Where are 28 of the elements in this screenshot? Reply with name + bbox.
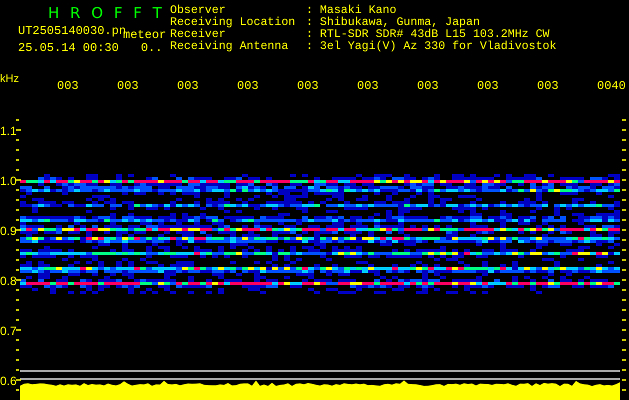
frequency-label: 0.8	[0, 274, 17, 288]
time-label: 003	[417, 79, 439, 93]
info-label: Receiver	[170, 29, 226, 41]
info-label: Receiving Antenna	[170, 41, 290, 53]
time-label: 003	[57, 79, 79, 93]
time-label: 003	[357, 79, 379, 93]
app-title: H R O F F T	[48, 4, 166, 22]
axis-unit: kHz	[0, 73, 19, 85]
info-label: Observer	[170, 5, 226, 17]
time-label: 003	[537, 79, 559, 93]
info-value: : Masaki Kano	[306, 5, 398, 17]
date-time: 25.05.14 00:30	[18, 41, 119, 55]
time-label: 0040	[597, 79, 626, 93]
frequency-label: 1.0	[0, 174, 17, 188]
frequency-label: 1.1	[0, 124, 17, 138]
time-label: 003	[297, 79, 319, 93]
time-label: 003	[237, 79, 259, 93]
info-value: : 3el Yagi(V) Az 330 for Vladivostok	[306, 41, 556, 53]
frequency-label: 0.6	[0, 374, 17, 388]
time-label: 003	[117, 79, 139, 93]
info-value: : RTL-SDR SDR# 43dB L15 103.2MHz CW	[306, 29, 550, 41]
info-value: : Shibukawa, Gunma, Japan	[306, 17, 481, 29]
frequency-label: 0.7	[0, 324, 17, 338]
event-counter: 0..	[140, 41, 162, 55]
info-label: Receiving Location	[170, 17, 296, 29]
time-label: 003	[477, 79, 499, 93]
frequency-label: 0.9	[0, 224, 17, 238]
time-label: 003	[177, 79, 199, 93]
